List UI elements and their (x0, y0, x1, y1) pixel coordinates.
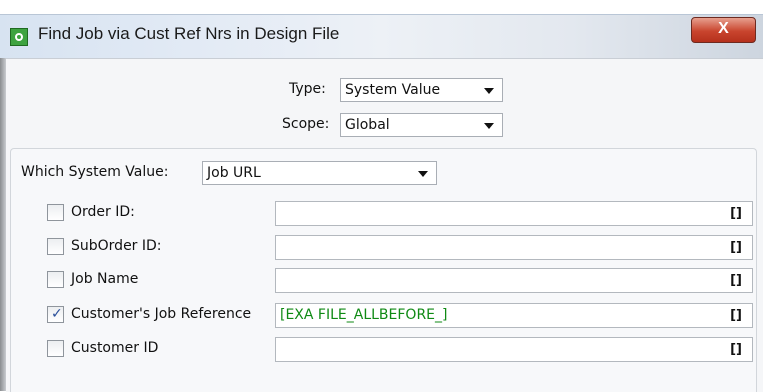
type-select[interactable]: System Value (340, 78, 503, 102)
chevron-down-icon (484, 88, 494, 94)
customer-id-field[interactable]: [] (275, 337, 753, 362)
system-value-select-value: Job URL (207, 165, 261, 181)
window-title: Find Job via Cust Ref Nrs in Design File (38, 24, 340, 43)
brackets-button[interactable]: [] (730, 304, 742, 327)
brackets-button[interactable]: [] (730, 338, 742, 361)
brackets-button[interactable]: [] (730, 269, 742, 292)
scope-select-value: Global (345, 117, 390, 133)
scope-label: Scope: (282, 116, 330, 132)
customer-job-reference-field[interactable]: [EXA FILE_ALLBEFORE_] [] (275, 303, 753, 328)
order-id-field[interactable]: [] (275, 201, 753, 226)
suborder-id-checkbox[interactable] (47, 238, 64, 255)
dialog-content: Type: System Value Scope: Global Which S… (6, 58, 763, 392)
chevron-down-icon (418, 171, 428, 177)
suborder-id-field[interactable]: [] (275, 235, 753, 260)
brackets-button[interactable]: [] (730, 202, 742, 225)
customer-job-reference-checkbox[interactable]: ✓ (47, 306, 64, 323)
system-value-select[interactable]: Job URL (202, 161, 437, 185)
scope-select[interactable]: Global (340, 113, 503, 137)
type-select-value: System Value (345, 82, 441, 98)
order-id-checkbox[interactable] (47, 204, 64, 221)
settings-group: Which System Value: Job URL Order ID: []… (10, 148, 757, 392)
job-name-checkbox[interactable] (47, 271, 64, 288)
customer-job-reference-label: Customer's Job Reference (71, 306, 252, 322)
job-name-field[interactable]: [] (275, 268, 753, 293)
customer-id-checkbox[interactable] (47, 340, 64, 357)
job-name-label: Job Name (71, 271, 139, 287)
brackets-button[interactable]: [] (730, 236, 742, 259)
suborder-id-label: SubOrder ID: (71, 238, 162, 254)
type-label: Type: (289, 81, 326, 97)
title-bar[interactable]: Find Job via Cust Ref Nrs in Design File… (0, 14, 763, 59)
customer-job-reference-value: [EXA FILE_ALLBEFORE_] (280, 307, 448, 323)
chevron-down-icon (484, 123, 494, 129)
close-button[interactable]: X (691, 17, 756, 43)
dialog-window: Find Job via Cust Ref Nrs in Design File… (0, 0, 763, 392)
top-strip (0, 0, 763, 14)
customer-id-label: Customer ID (71, 340, 159, 356)
checkmark-icon: ✓ (51, 306, 63, 322)
system-value-label: Which System Value: (21, 164, 169, 180)
order-id-label: Order ID: (71, 204, 135, 220)
app-icon (10, 28, 28, 46)
